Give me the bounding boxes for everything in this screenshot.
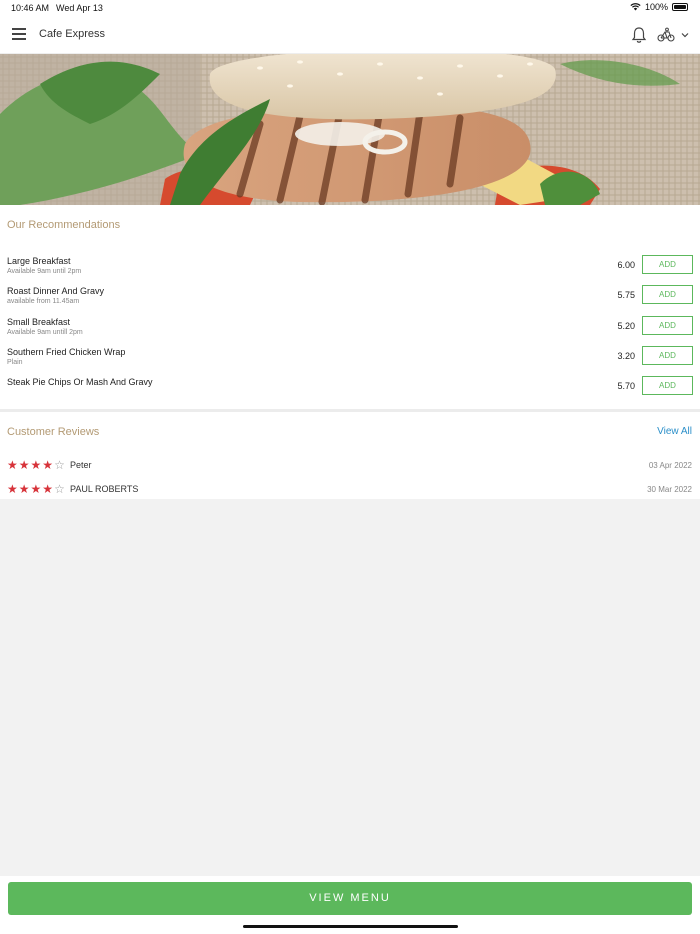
star-filled-icon: ★ [18, 482, 30, 496]
list-item: Large Breakfast Available 9am until 2pm … [0, 255, 700, 284]
status-right: 100% [630, 2, 688, 12]
chevron-down-icon[interactable] [680, 30, 690, 40]
reviews-title: Customer Reviews [7, 426, 100, 438]
battery-percent: 100% [644, 2, 668, 12]
star-filled-icon: ★ [18, 458, 30, 472]
reviewer-name: PAUL ROBERTS [70, 484, 139, 494]
review-row: ★ ★ ★ ★ ☆ PAUL ROBERTS 30 Mar 2022 [0, 483, 700, 499]
item-name: Roast Dinner And Gravy [7, 286, 105, 296]
review-row: ★ ★ ★ ★ ☆ Peter 03 Apr 2022 [0, 459, 700, 475]
burger-photo [0, 54, 700, 205]
add-button[interactable]: ADD [642, 346, 693, 365]
add-button[interactable]: ADD [642, 285, 693, 304]
item-name: Large Breakfast [7, 256, 71, 266]
reviews-section: Customer Reviews View All ★ ★ ★ ★ ☆ Peter 03… [0, 412, 700, 499]
star-filled-icon: ★ [42, 482, 54, 496]
status-date: Wed Apr 13 [56, 3, 103, 13]
view-menu-button[interactable]: VIEW MENU [8, 882, 692, 915]
status-time: 10:46 AM [11, 3, 50, 13]
item-subtitle: Available 9am until 2pm [7, 268, 82, 275]
item-name: Steak Pie Chips Or Mash And Gravy [7, 377, 153, 387]
item-price: 5.20 [617, 321, 635, 331]
recommendations-title: Our Recommendations [7, 219, 121, 231]
add-button[interactable]: ADD [642, 255, 693, 274]
status-bar: 10:46 AM Wed Apr 13 100% [0, 0, 700, 16]
list-item: Southern Fried Chicken Wrap Plain 3.20 A… [0, 346, 700, 375]
list-item: Roast Dinner And Gravy available from 11… [0, 285, 700, 314]
star-filled-icon: ★ [30, 482, 42, 496]
item-price: 5.70 [617, 381, 635, 391]
bottom-bar: VIEW MENU [0, 876, 700, 934]
star-rating: ★ ★ ★ ★ ☆ [7, 459, 65, 471]
wifi-icon [630, 3, 641, 11]
recommendations-section: Our Recommendations Large Breakfast Avai… [0, 205, 700, 409]
star-filled-icon: ★ [30, 458, 42, 472]
list-item: Small Breakfast Available 9am untill 2pm… [0, 316, 700, 345]
item-subtitle: Plain [7, 359, 23, 366]
item-price: 5.75 [617, 290, 635, 300]
review-date: 30 Mar 2022 [647, 485, 692, 494]
item-name: Southern Fried Chicken Wrap [7, 347, 126, 357]
star-filled-icon: ★ [7, 458, 18, 472]
review-date: 03 Apr 2022 [648, 461, 692, 470]
view-all-link[interactable]: View All [657, 426, 692, 437]
app-header: Cafe Express [0, 16, 700, 54]
bell-icon[interactable] [630, 26, 648, 44]
item-price: 3.20 [617, 351, 635, 361]
reviewer-name: Peter [70, 460, 92, 470]
bike-icon[interactable] [656, 26, 676, 44]
add-button[interactable]: ADD [642, 316, 693, 335]
item-subtitle: available from 11.45am [7, 298, 80, 305]
hero-image [0, 54, 700, 205]
item-subtitle: Available 9am untill 2pm [7, 329, 83, 336]
menu-icon[interactable] [12, 28, 26, 40]
star-rating: ★ ★ ★ ★ ☆ [7, 483, 65, 495]
star-empty-icon: ☆ [54, 482, 65, 496]
star-empty-icon: ☆ [54, 458, 65, 472]
home-indicator [243, 925, 458, 928]
add-button[interactable]: ADD [642, 376, 693, 395]
list-item: Steak Pie Chips Or Mash And Gravy 5.70 A… [0, 376, 700, 405]
page-title: Cafe Express [39, 28, 106, 40]
star-filled-icon: ★ [7, 482, 18, 496]
star-filled-icon: ★ [42, 458, 54, 472]
item-name: Small Breakfast [7, 317, 71, 327]
battery-icon [672, 3, 688, 11]
item-price: 6.00 [617, 260, 635, 270]
